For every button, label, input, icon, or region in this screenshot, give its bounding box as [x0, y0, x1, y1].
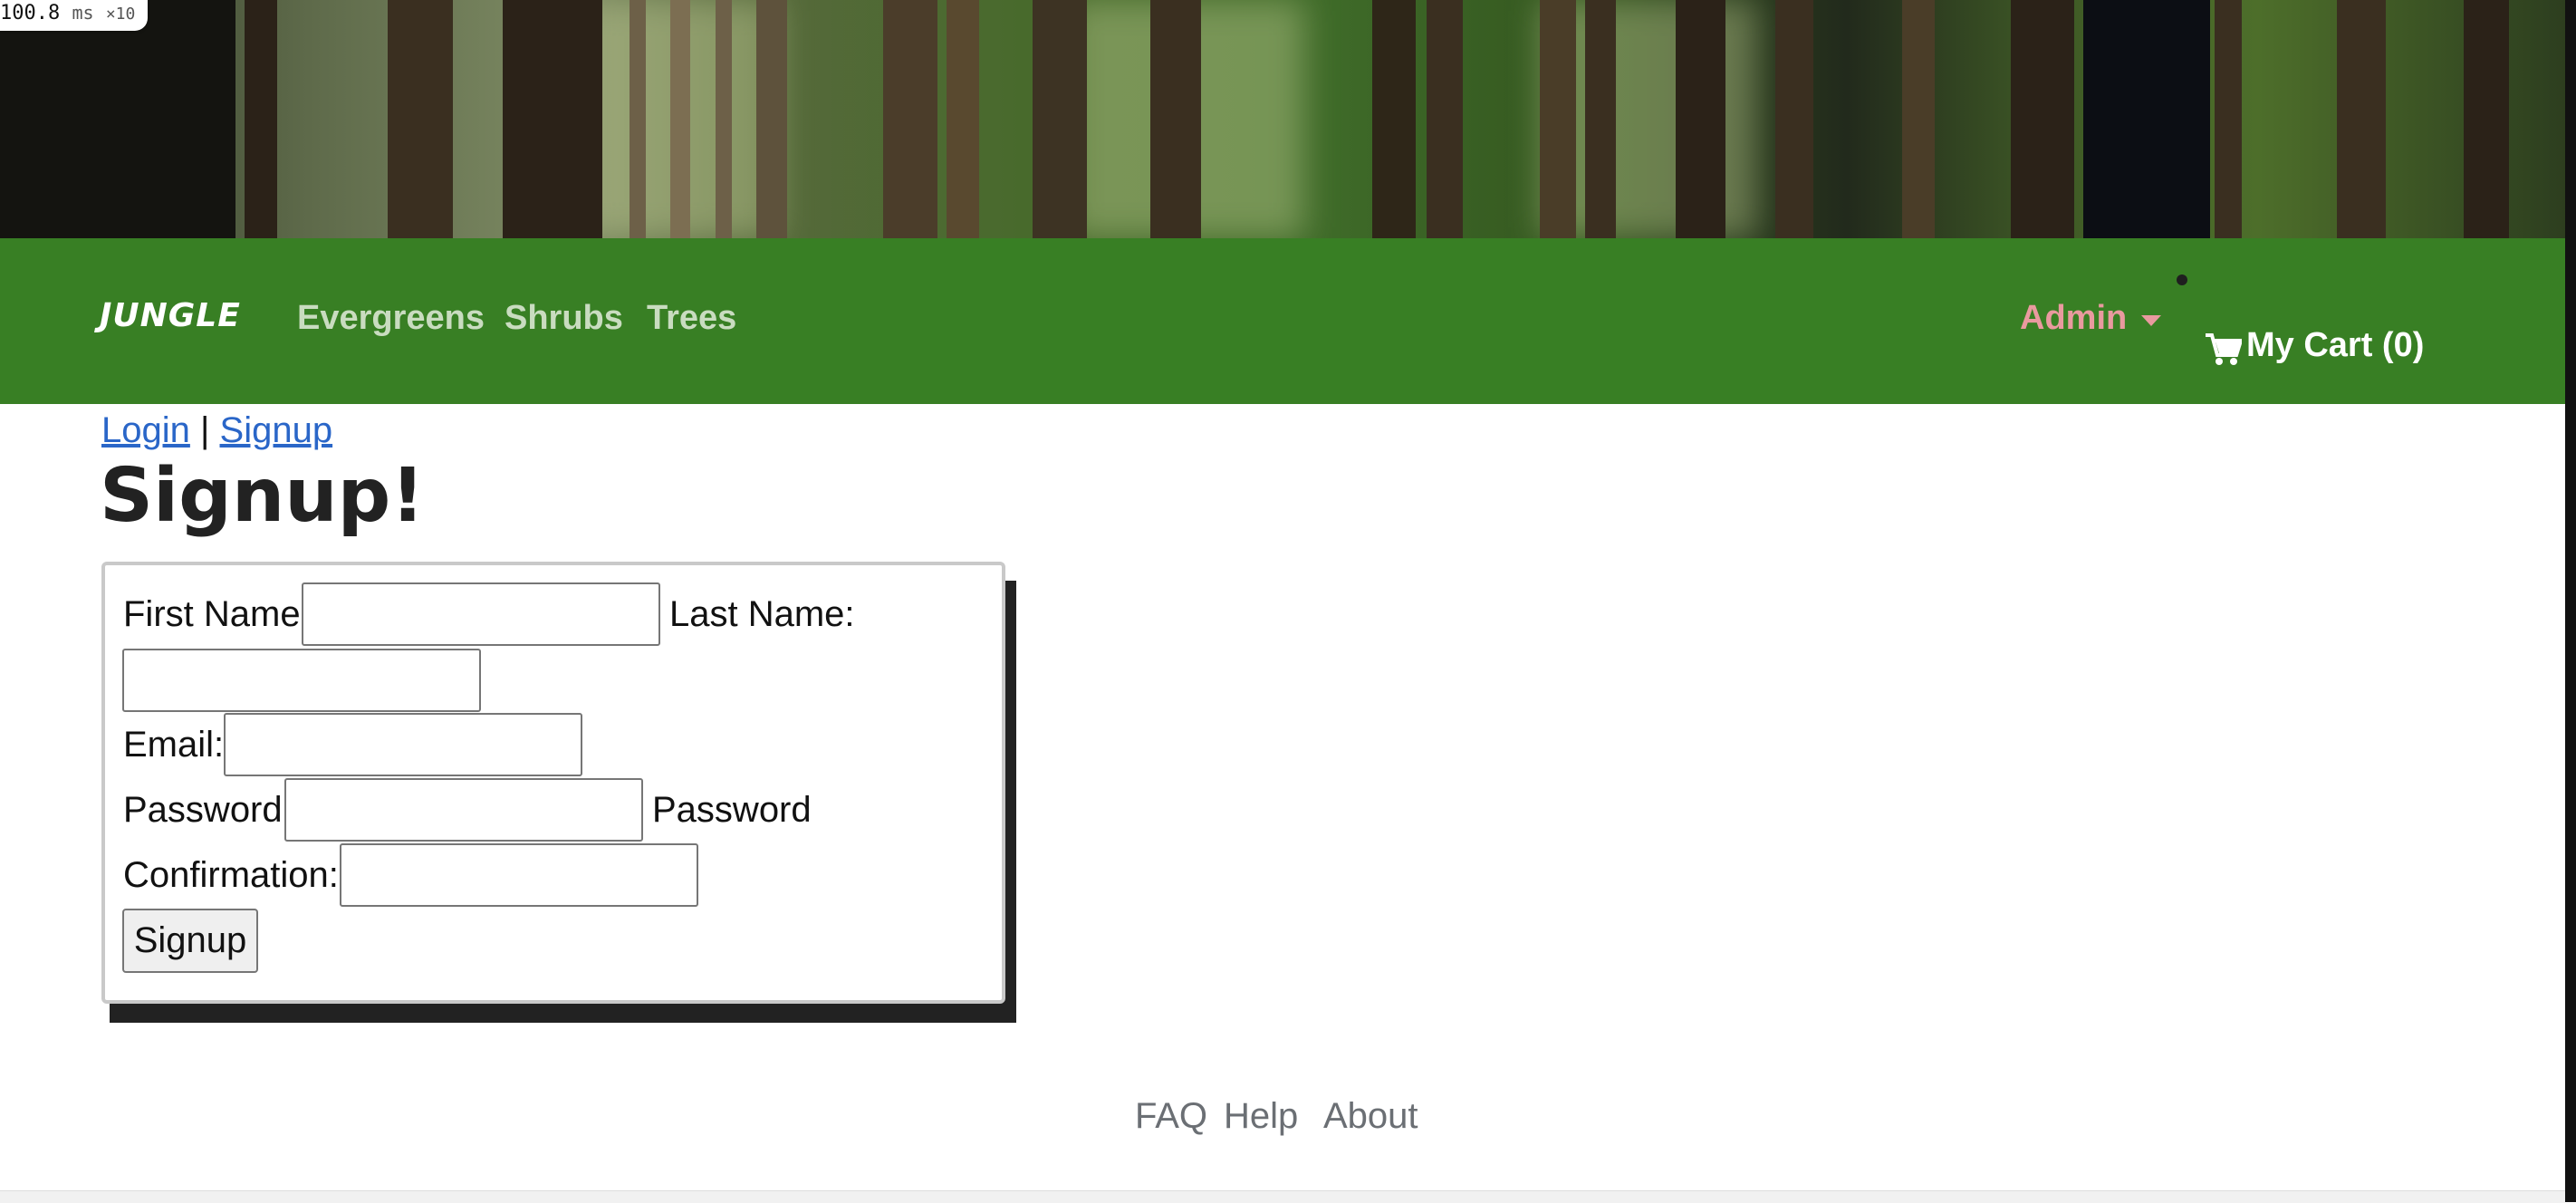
login-link[interactable]: Login	[101, 410, 190, 450]
password-label: Password:	[123, 790, 293, 830]
perf-unit: ms	[72, 2, 94, 24]
caret-down-icon	[2141, 315, 2161, 326]
nav-link-trees[interactable]: Trees	[647, 299, 736, 338]
cursor-dot	[2177, 274, 2187, 285]
perf-value: 100.8	[0, 2, 61, 24]
my-cart-link[interactable]: My Cart (0)	[2246, 326, 2424, 365]
password-confirmation-label-line2: Confirmation:	[123, 855, 339, 895]
auth-links: Login | Signup	[101, 410, 332, 451]
password-field[interactable]	[284, 778, 643, 842]
perf-multiplier: ×10	[105, 5, 136, 24]
email-label: Email:	[123, 725, 225, 765]
footer-link-about[interactable]: About	[1323, 1096, 1418, 1137]
hero-forest-image	[0, 0, 2565, 238]
window-right-edge	[2565, 0, 2576, 1202]
page-title: Signup!	[100, 453, 425, 539]
perf-overlay: 100.8 ms ×10	[0, 0, 149, 31]
admin-dropdown[interactable]: Admin	[2020, 299, 2127, 338]
password-confirmation-field[interactable]	[340, 843, 698, 907]
cart-icon	[2206, 333, 2242, 365]
password-confirmation-label-line1: Password	[652, 790, 812, 830]
footer-link-help[interactable]: Help	[1224, 1096, 1298, 1137]
last-name-field[interactable]	[122, 649, 481, 712]
first-name-field[interactable]	[302, 582, 660, 646]
first-name-label: First Name:	[123, 594, 311, 634]
signup-link[interactable]: Signup	[220, 410, 333, 450]
auth-separator: |	[200, 410, 210, 450]
window-bottom-edge	[0, 1190, 2565, 1203]
footer-link-faq[interactable]: FAQ	[1135, 1096, 1207, 1137]
brand-logo[interactable]: JUNGLE	[100, 297, 241, 334]
last-name-label: Last Name:	[669, 594, 855, 634]
signup-submit-button[interactable]: Signup	[122, 909, 258, 973]
email-field[interactable]	[224, 713, 582, 776]
nav-link-evergreens[interactable]: Evergreens	[297, 299, 485, 338]
nav-link-shrubs[interactable]: Shrubs	[505, 299, 623, 338]
